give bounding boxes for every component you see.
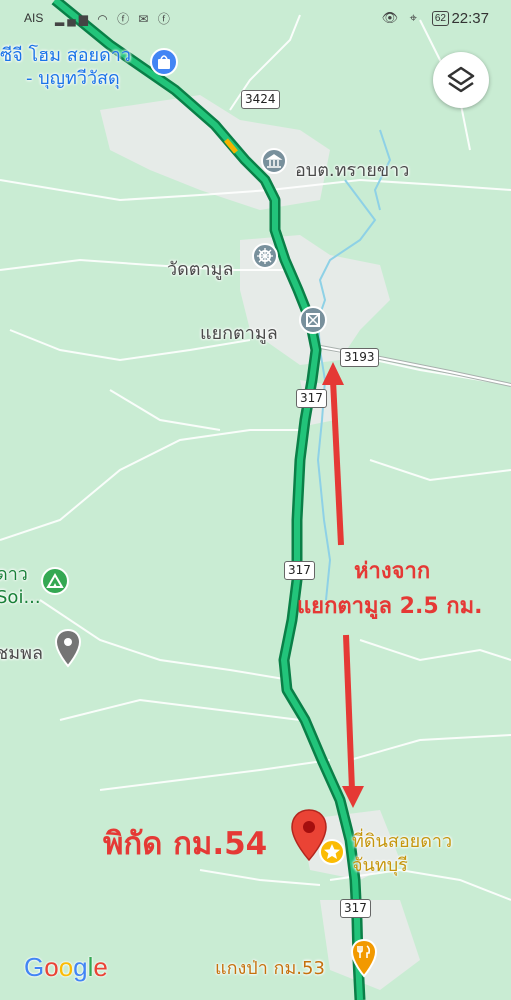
google-logo-letter: o xyxy=(58,952,74,982)
location-icon[interactable] xyxy=(53,628,83,670)
intersection-label[interactable]: แยกตามูล xyxy=(200,318,278,347)
distance-annotation-line2: แยกตามูล 2.5 กม. xyxy=(297,594,483,619)
distance-annotation-line1: ห่างจาก xyxy=(354,559,431,584)
layers-button[interactable] xyxy=(433,52,489,108)
landmark-icon[interactable] xyxy=(298,305,328,335)
road-shield-3424: 3424 xyxy=(241,90,280,109)
road-shield-317: 317 xyxy=(296,389,327,408)
campground-icon[interactable] xyxy=(40,566,70,596)
signal-wifi-icons: ▂▄▆ ◠ ⓕ ✉ ⓕ xyxy=(55,12,173,26)
eye-location-icons: 👁 ⌖ xyxy=(381,10,421,25)
google-logo: Google xyxy=(24,952,108,983)
google-logo-letter: g xyxy=(73,952,88,982)
restaurant-label[interactable]: แกงป่า กม.53 xyxy=(215,953,325,982)
place-label[interactable]: ชมพล xyxy=(0,638,43,667)
coordinates-annotation: พิกัด กม.54 xyxy=(103,826,268,862)
government-icon[interactable] xyxy=(260,147,288,175)
temple-label[interactable]: วัดตามูล xyxy=(167,254,234,283)
restaurant-icon[interactable] xyxy=(349,938,379,980)
google-logo-letter: o xyxy=(44,952,59,982)
google-logo-letter: G xyxy=(24,952,45,982)
campground-label[interactable]: ดาว Soi... xyxy=(0,563,41,609)
layers-icon xyxy=(447,66,475,93)
office-label[interactable]: อบต.ทรายขาว xyxy=(295,155,409,184)
road-shield-317: 317 xyxy=(340,899,371,918)
google-logo-letter: e xyxy=(93,952,108,982)
land-label[interactable]: ที่ดินสอยดาว จันทบุรี xyxy=(352,830,452,878)
temple-icon[interactable] xyxy=(251,242,279,270)
battery-icon: 62 xyxy=(431,11,449,26)
star-icon[interactable] xyxy=(318,838,346,866)
status-bar: AIS ▂▄▆ ◠ ⓕ ✉ ⓕ 👁 ⌖ 62 22:37 xyxy=(0,0,511,36)
clock: 22:37 xyxy=(451,10,489,27)
carrier-label: AIS xyxy=(24,11,44,25)
shopping-bag-icon[interactable] xyxy=(149,47,179,77)
road-shield-317: 317 xyxy=(284,561,315,580)
road-shield-3193: 3193 xyxy=(340,348,379,367)
store-label[interactable]: ซีจี โฮม สอยดาว - บุญทวีวัสดุ xyxy=(0,44,131,90)
